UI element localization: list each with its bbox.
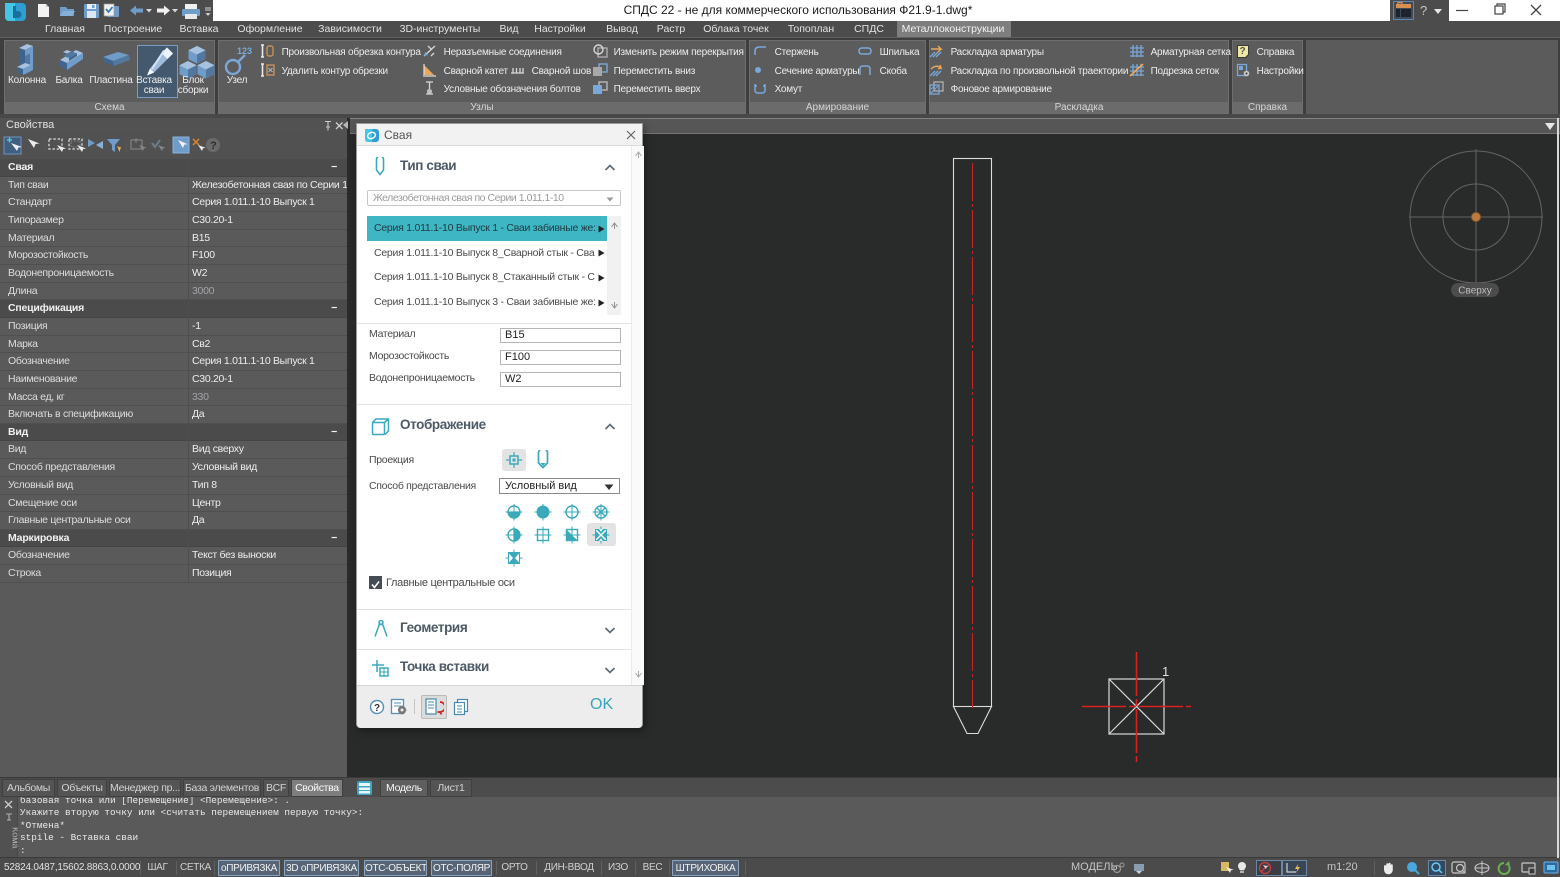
svg-text:?: ? <box>1240 46 1246 57</box>
svg-text:Кома: Кома <box>11 827 19 848</box>
svg-text:123: 123 <box>237 46 252 56</box>
svg-text:?: ? <box>1420 3 1427 18</box>
svg-text:?: ? <box>374 703 380 714</box>
svg-text:1: 1 <box>1162 664 1169 679</box>
svg-text:Сверху: Сверху <box>1458 286 1491 297</box>
svg-text:?: ? <box>210 140 217 152</box>
